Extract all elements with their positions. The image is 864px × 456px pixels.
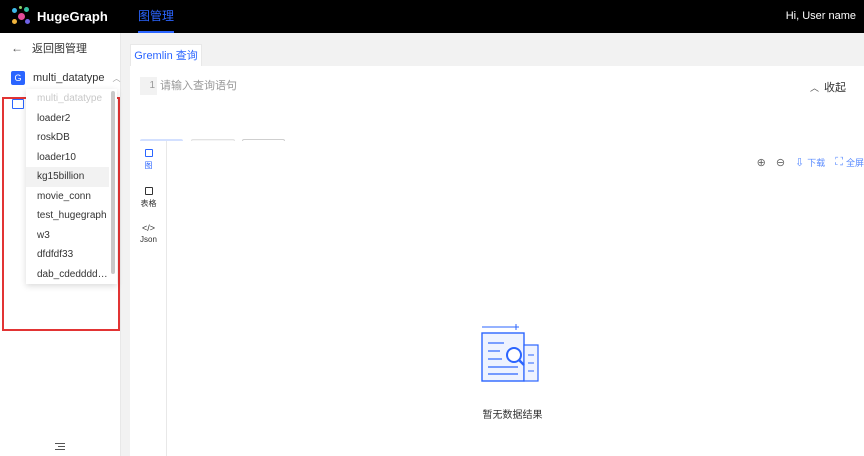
nav-tab-graph-management[interactable]: 图管理: [138, 0, 175, 33]
tab-graph-view[interactable]: 图: [130, 149, 167, 171]
tab-graph-label: 图: [144, 161, 153, 170]
fullscreen-label: 全屏: [845, 157, 864, 168]
user-greeting[interactable]: Hi, User name: [786, 0, 856, 33]
main-content: Gremlin 查询 1 ︿收起 执行 收藏 清空 图 表格 </> Json: [121, 33, 864, 456]
chevron-up-icon: ︿: [112, 73, 121, 83]
result-panel: 图 表格 </> Json ⊕ ⊖ ⇩ 下载 ⛶ 全屏 暂无数据结果: [130, 141, 864, 456]
tab-json-view[interactable]: </> Json: [130, 223, 167, 244]
query-input[interactable]: [160, 77, 460, 95]
dropdown-item[interactable]: test_hugegraph: [26, 206, 109, 226]
graph-dropdown: multi_datatype loader2 roskDB loader10 k…: [26, 89, 117, 284]
zoom-in-icon[interactable]: ⊕: [757, 156, 766, 169]
collapse-sidebar-icon[interactable]: [55, 443, 65, 451]
fullscreen-icon: ⛶: [835, 155, 843, 168]
app-logo[interactable]: HugeGraph: [11, 6, 108, 26]
dropdown-item[interactable]: roskDB: [26, 128, 109, 148]
dropdown-item[interactable]: movie_conn: [26, 187, 109, 207]
dropdown-item[interactable]: loader10: [26, 148, 109, 168]
download-label: 下载: [807, 157, 826, 168]
dropdown-scrollbar[interactable]: [111, 91, 115, 274]
dropdown-item[interactable]: loader2: [26, 109, 109, 129]
arrow-left-icon: ←: [11, 41, 23, 55]
back-to-graph-management-button[interactable]: ← 返回图管理: [11, 40, 87, 56]
tab-gremlin-query[interactable]: Gremlin 查询: [130, 44, 202, 66]
graph-view-icon: [144, 149, 153, 157]
result-view-tabs: 图 表格 </> Json: [130, 141, 167, 456]
result-toolbar: ⊕ ⊖ ⇩ 下载 ⛶ 全屏: [747, 155, 864, 169]
top-bar: HugeGraph 图管理 Hi, User name: [0, 0, 864, 33]
hugegraph-logo-icon: [11, 6, 31, 26]
collapse-button[interactable]: ︿ 收起: [810, 79, 846, 95]
dropdown-item[interactable]: w3: [26, 226, 109, 246]
graph-name: multi_datatype: [33, 72, 105, 84]
back-label: 返回图管理: [32, 43, 87, 55]
fullscreen-button[interactable]: ⛶ 全屏: [835, 156, 864, 169]
chevron-up-icon: ︿: [809, 83, 819, 93]
dropdown-item[interactable]: dab_cdeddddfdf...: [26, 265, 109, 285]
empty-result-text: 暂无数据结果: [482, 410, 543, 421]
table-icon: [144, 187, 153, 195]
app-name: HugeGraph: [37, 8, 108, 24]
download-button[interactable]: ⇩ 下载: [795, 156, 825, 169]
code-icon: </>: [141, 223, 155, 233]
tab-json-label: Json: [140, 235, 157, 244]
dropdown-item: multi_datatype: [37, 93, 103, 104]
graph-selector[interactable]: G multi_datatype ︿: [11, 70, 121, 86]
empty-result-illustration: [481, 324, 539, 382]
download-icon: ⇩: [795, 156, 805, 169]
dropdown-item[interactable]: dfdfdf33: [26, 245, 109, 265]
tab-table-view[interactable]: 表格: [130, 187, 167, 209]
graph-badge: G: [11, 71, 25, 85]
tab-table-label: 表格: [140, 199, 157, 208]
zoom-out-icon[interactable]: ⊖: [776, 156, 785, 169]
dropdown-item[interactable]: kg15billion: [26, 167, 109, 187]
line-number: 1: [140, 77, 157, 95]
collapse-label: 收起: [824, 82, 846, 94]
